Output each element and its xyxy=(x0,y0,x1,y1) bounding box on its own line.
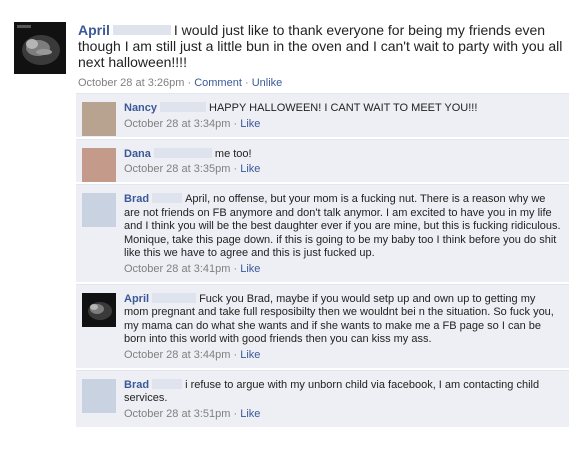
comment: Brad April, no offense, but your mom is a… xyxy=(76,184,569,282)
avatar[interactable] xyxy=(82,193,116,227)
like-link[interactable]: Like xyxy=(240,163,260,175)
separator: · xyxy=(233,117,238,130)
avatar[interactable] xyxy=(82,292,116,327)
comment-body: HAPPY HALLOWEEN! I CANT WAIT TO MEET YOU… xyxy=(209,102,478,114)
redacted-surname xyxy=(160,102,207,113)
post-timestamp[interactable]: October 28 at 3:26pm xyxy=(78,77,184,89)
comment-author[interactable]: Brad xyxy=(124,193,149,205)
comment-meta: October 28 at 3:35pm · Like xyxy=(124,163,561,175)
comment-body: me too! xyxy=(214,147,252,160)
post-author-avatar[interactable] xyxy=(14,22,66,74)
comment: Nancy HAPPY HALLOWEEN! I CANT WAIT TO MEE… xyxy=(76,93,569,137)
ultrasound-image-icon xyxy=(82,292,116,327)
comment-meta: October 28 at 3:41pm · Like xyxy=(124,263,561,275)
like-link[interactable]: Like xyxy=(240,263,260,275)
comment-meta: October 28 at 3:44pm · Like xyxy=(124,349,561,361)
comment-link[interactable]: Comment xyxy=(194,77,242,89)
ultrasound-image-icon xyxy=(14,22,66,74)
comment-body: i refuse to argue with my unborn child v… xyxy=(124,378,540,405)
comment-text: April Fuck you Brad, maybe if you would s… xyxy=(124,293,561,347)
redacted-surname xyxy=(152,378,183,389)
comment-timestamp[interactable]: October 28 at 3:34pm xyxy=(124,118,230,130)
comment-timestamp[interactable]: October 28 at 3:51pm xyxy=(124,408,230,420)
post-author-name[interactable]: April xyxy=(78,22,110,38)
comment-timestamp[interactable]: October 28 at 3:41pm xyxy=(124,263,230,275)
comment: April Fuck you Brad, maybe if you would s… xyxy=(76,283,569,368)
post-meta: October 28 at 3:26pm · Comment · Unlike xyxy=(78,77,568,89)
redacted-surname xyxy=(152,292,197,303)
comment-meta: October 28 at 3:34pm · Like xyxy=(124,118,561,130)
comment-timestamp[interactable]: October 28 at 3:35pm xyxy=(124,163,230,175)
avatar[interactable] xyxy=(82,378,116,413)
comment-author[interactable]: April xyxy=(124,293,149,305)
comment-meta: October 28 at 3:51pm · Like xyxy=(124,408,561,420)
comment-text: Brad i refuse to argue with my unborn chi… xyxy=(124,379,561,406)
comment-text: Nancy HAPPY HALLOWEEN! I CANT WAIT TO MEE… xyxy=(124,102,561,116)
comment-body: April, no offense, but your mom is a fuc… xyxy=(124,193,561,259)
separator: · xyxy=(233,407,238,420)
avatar[interactable] xyxy=(82,147,116,182)
redacted-surname xyxy=(112,25,171,36)
post-message: April I would just like to thank everyone… xyxy=(78,22,568,70)
comment-author[interactable]: Dana xyxy=(124,148,151,160)
comment-text: Brad April, no offense, but your mom is a… xyxy=(124,193,561,261)
separator: · xyxy=(244,77,249,89)
like-link[interactable]: Like xyxy=(240,349,260,361)
comment-author[interactable]: Brad xyxy=(124,379,149,391)
separator: · xyxy=(187,77,192,89)
redacted-surname xyxy=(153,147,212,158)
like-link[interactable]: Like xyxy=(240,408,260,420)
comment-list: Nancy HAPPY HALLOWEEN! I CANT WAIT TO MEE… xyxy=(76,93,569,429)
separator: · xyxy=(233,262,238,275)
separator: · xyxy=(233,163,238,175)
post-body: April I would just like to thank everyone… xyxy=(78,22,568,89)
comment-text: Dana me too! xyxy=(124,148,561,162)
comment-timestamp[interactable]: October 28 at 3:44pm xyxy=(124,349,230,361)
separator: · xyxy=(233,348,238,361)
avatar[interactable] xyxy=(82,102,116,136)
comment-author[interactable]: Nancy xyxy=(124,102,157,114)
unlike-link[interactable]: Unlike xyxy=(252,77,283,89)
like-link[interactable]: Like xyxy=(240,118,260,130)
comment: Dana me too! October 28 at 3:35pm · Like xyxy=(76,138,569,182)
comment: Brad i refuse to argue with my unborn chi… xyxy=(76,369,569,427)
redacted-surname xyxy=(152,193,183,204)
